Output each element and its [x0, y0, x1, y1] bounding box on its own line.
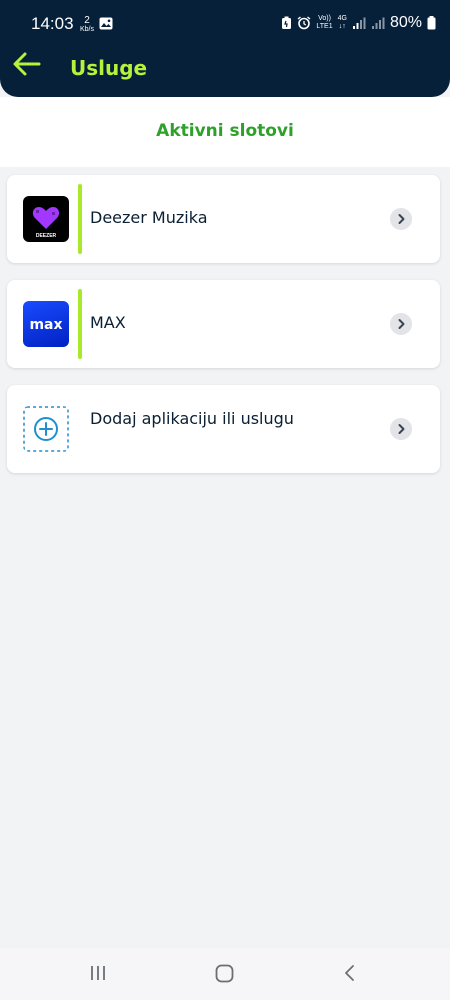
chevron-right-icon [390, 313, 412, 335]
volte-indicator: Vo)) LTE1 [316, 15, 332, 31]
max-logo-mark: max [29, 317, 62, 333]
deezer-logo: DEEZER [23, 196, 69, 242]
slot-accent-bar [78, 184, 82, 254]
status-right-icons: Vo)) LTE1 4G ↓↑ 80% [281, 14, 436, 32]
home-icon[interactable] [215, 964, 234, 983]
battery-icon [427, 16, 436, 30]
section-header: Aktivni slotovi [0, 97, 450, 167]
add-service-label: Dodaj aplikaciju ili uslugu [90, 409, 294, 428]
battery-percent: 80% [389, 14, 422, 31]
page-title: Usluge [70, 56, 148, 80]
back-arrow-icon[interactable] [10, 49, 44, 79]
lte-label: LTE1 [316, 23, 333, 30]
network-speed: 2 Kb/s [80, 16, 94, 34]
system-nav-bar [0, 948, 450, 1000]
network-type-label: 4G [337, 15, 347, 22]
deezer-heart-icon: DEEZER [32, 207, 60, 239]
add-circle-icon [23, 406, 69, 452]
slot-card-max[interactable]: max MAX [7, 280, 440, 368]
volte-label: Vo)) [318, 15, 331, 22]
network-type: 4G ↓↑ [338, 15, 347, 31]
status-time: 14:03 [31, 14, 74, 33]
data-arrows-icon: ↓↑ [338, 23, 346, 30]
slot-label-deezer: Deezer Muzika [90, 208, 208, 227]
network-speed-value: 2 [84, 15, 90, 26]
gallery-icon [99, 17, 113, 30]
recent-apps-icon[interactable] [89, 964, 107, 982]
back-nav-icon[interactable] [342, 964, 358, 982]
network-speed-unit: Kb/s [80, 26, 95, 33]
alarm-icon [297, 16, 311, 30]
slot-accent-bar [78, 289, 82, 359]
signal-icon-2 [371, 17, 385, 29]
signal-icon-1 [352, 17, 366, 29]
app-header: 14:03 2 Kb/s Vo)) LTE1 4G ↓↑ 80% Usluge [0, 0, 450, 97]
status-bar: 14:03 2 Kb/s Vo)) LTE1 4G ↓↑ 80% [0, 0, 450, 48]
chevron-right-icon [390, 418, 412, 440]
chevron-right-icon [390, 208, 412, 230]
add-service-card[interactable]: Dodaj aplikaciju ili uslugu [7, 385, 440, 473]
battery-saver-icon [282, 16, 292, 29]
deezer-logo-text: DEEZER [36, 233, 57, 239]
section-title: Aktivni slotovi [156, 121, 294, 141]
max-logo: max [23, 301, 69, 347]
slot-label-max: MAX [90, 313, 126, 332]
slot-card-deezer[interactable]: DEEZER Deezer Muzika [7, 175, 440, 263]
max-logo-text: max [29, 317, 62, 333]
